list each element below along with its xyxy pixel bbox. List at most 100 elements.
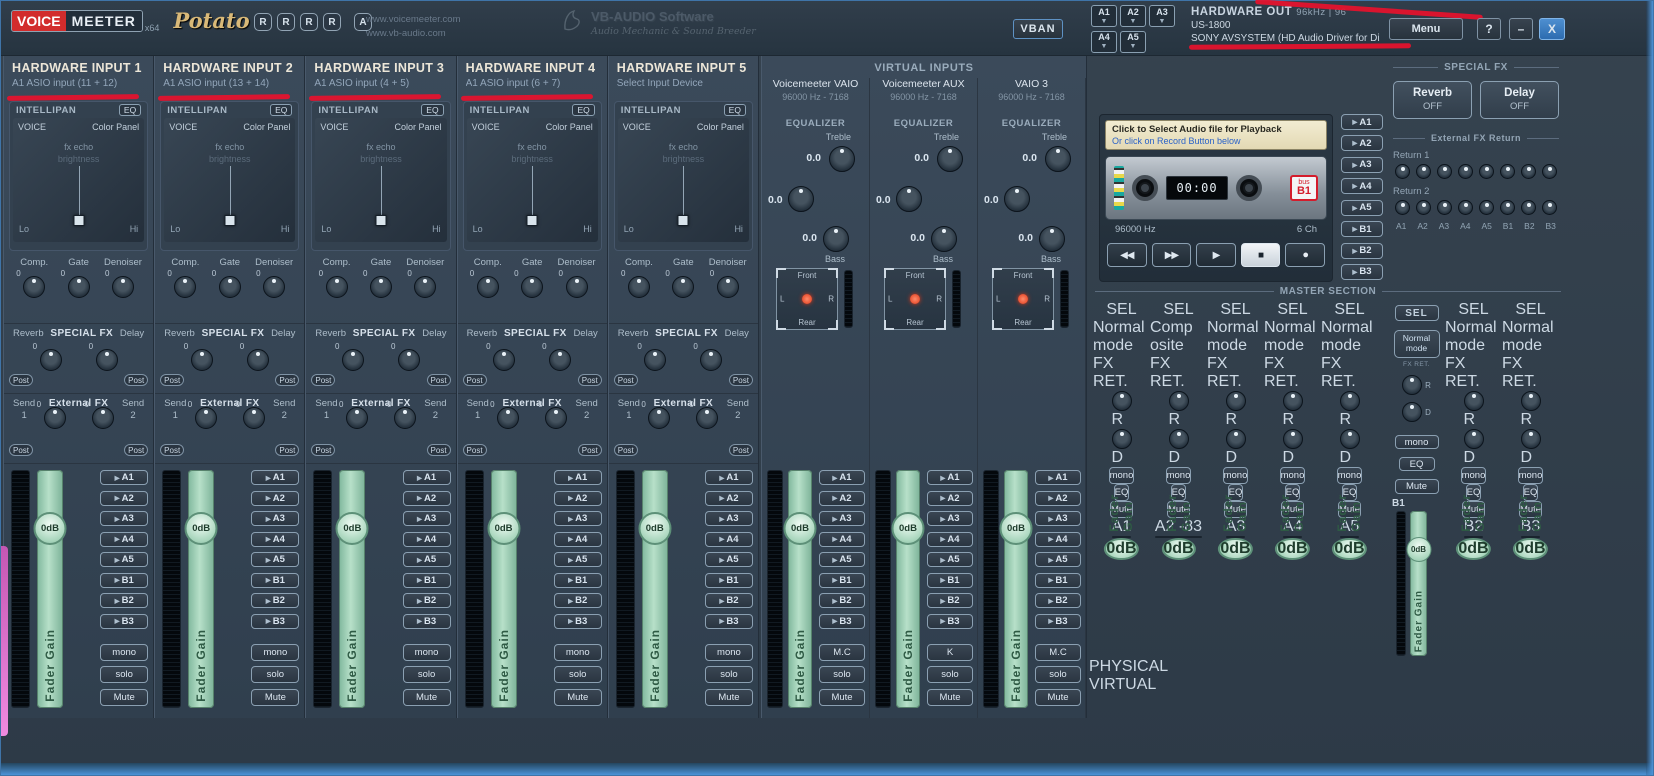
fader-cap[interactable]: 0dB xyxy=(33,512,67,545)
intellipan-pad[interactable]: VOICE Color Panel fx echo brightness Lo … xyxy=(315,118,447,242)
return2-b2-knob[interactable] xyxy=(1521,200,1536,215)
route-a5-button[interactable]: ▶ A5 xyxy=(251,552,300,567)
special-mode-button[interactable]: K xyxy=(927,643,973,661)
pan-handle[interactable] xyxy=(224,215,236,226)
solo-button[interactable]: solo xyxy=(927,666,973,683)
delay-post-button[interactable]: Post xyxy=(426,374,451,386)
macro-r1-button[interactable]: R xyxy=(254,13,272,31)
mute-button[interactable]: Mute xyxy=(1035,688,1081,706)
bus-mode-button[interactable]: Normal mode xyxy=(1393,330,1440,358)
delay-send-knob[interactable]: 0 xyxy=(542,342,572,371)
reverb-post-button[interactable]: Post xyxy=(9,374,33,386)
route-a2-button[interactable]: ▶ A2 xyxy=(553,490,602,506)
macro-r4-button[interactable]: R xyxy=(323,13,341,31)
reverb-post-button[interactable]: Post xyxy=(613,374,638,386)
eq-button[interactable]: EQ xyxy=(723,104,746,116)
reverb-send-knob[interactable]: 0 xyxy=(486,342,516,371)
strip-device-select[interactable]: A1 ASIO input (6 + 7) xyxy=(466,78,599,89)
route-b2-button[interactable]: ▶ B2 xyxy=(553,593,602,608)
external-fx-send1-knob[interactable]: 0 xyxy=(490,400,520,429)
fx-return-d-knob[interactable] xyxy=(1402,402,1423,422)
route-a3-button[interactable]: ▶ A3 xyxy=(927,511,973,526)
recorder-bus-indicator[interactable]: bus B1 xyxy=(1290,175,1318,201)
bus-fader-cap[interactable]: 0dB xyxy=(1104,538,1139,560)
strip-device-select[interactable]: A1 ASIO input (13 + 14) xyxy=(163,78,296,89)
fader-cap[interactable]: 0dB xyxy=(891,512,925,545)
external-fx-send1-knob[interactable]: 0 xyxy=(188,400,217,429)
fader-cap[interactable]: 0dB xyxy=(999,512,1033,545)
route-a4-button[interactable]: ▶ A4 xyxy=(1035,531,1081,547)
intellipan-pad[interactable]: VOICE Color Panel fx echo brightness Lo … xyxy=(466,118,598,242)
route-a3-button[interactable]: ▶ A3 xyxy=(402,511,451,526)
mid-knob[interactable] xyxy=(788,186,814,212)
return1-a1-knob[interactable] xyxy=(1395,164,1410,179)
route-b2-button[interactable]: ▶ B2 xyxy=(819,593,865,608)
bus-fader-track[interactable]: 0dB Fader Gain xyxy=(1406,511,1431,656)
rec-route-a2-button[interactable]: ▶ A2 xyxy=(1341,135,1383,152)
fx-return-r-knob[interactable] xyxy=(1168,391,1189,411)
pan-position-dot[interactable] xyxy=(1018,294,1028,304)
send2-post-button[interactable]: Post xyxy=(426,444,451,456)
out-a4-select[interactable]: A4 ▼ xyxy=(1091,30,1117,53)
route-a3-button[interactable]: ▶ A3 xyxy=(704,511,753,526)
return1-a3-knob[interactable] xyxy=(1437,164,1452,179)
route-a5-button[interactable]: ▶ A5 xyxy=(553,552,602,567)
eq-button[interactable]: EQ xyxy=(421,104,444,116)
route-a5-button[interactable]: ▶ A5 xyxy=(927,552,973,567)
fader-cap[interactable]: 0dB xyxy=(487,512,521,545)
external-fx-send2-knob[interactable]: 0 xyxy=(85,400,114,429)
rec-route-b1-button[interactable]: ▶ B1 xyxy=(1341,221,1383,238)
pan-handle[interactable] xyxy=(375,215,387,226)
surround-pan-pad[interactable]: Front L R Rear xyxy=(776,268,838,330)
route-b2-button[interactable]: ▶ B2 xyxy=(100,593,149,608)
minimize-button[interactable]: – xyxy=(1509,18,1533,40)
route-b2-button[interactable]: ▶ B2 xyxy=(1035,593,1081,608)
mono-button[interactable]: mono xyxy=(1108,467,1135,484)
bus-mode-button[interactable]: Normal mode xyxy=(1321,319,1378,355)
route-b1-button[interactable]: ▶ B1 xyxy=(1035,572,1081,588)
delay-send-knob[interactable]: 0 xyxy=(693,342,723,371)
route-a1-button[interactable]: ▶ A1 xyxy=(402,470,451,485)
delay-send-knob[interactable]: 0 xyxy=(240,342,269,371)
macro-r2-button[interactable]: R xyxy=(277,13,295,31)
recorder-file-hint[interactable]: Click to Select Audio file for Playback … xyxy=(1105,120,1327,150)
mid-knob[interactable] xyxy=(896,186,922,212)
rec-route-a1-button[interactable]: ▶ A1 xyxy=(1341,114,1383,130)
route-a4-button[interactable]: ▶ A4 xyxy=(704,531,753,547)
route-b1-button[interactable]: ▶ B1 xyxy=(819,572,865,588)
solo-button[interactable]: solo xyxy=(704,666,753,683)
comp-knob[interactable]: 0 xyxy=(621,269,650,298)
return1-a5-knob[interactable] xyxy=(1479,164,1494,179)
eq-button[interactable]: EQ xyxy=(1398,457,1435,471)
route-a1-button[interactable]: ▶ A1 xyxy=(819,470,865,485)
return1-a2-knob[interactable] xyxy=(1416,164,1431,179)
reverb-send-knob[interactable]: 0 xyxy=(33,342,62,371)
fader-cap[interactable]: 0dB xyxy=(638,512,672,545)
eq-button[interactable]: EQ xyxy=(572,104,595,116)
mono-button[interactable]: mono xyxy=(704,643,753,661)
route-a3-button[interactable]: ▶ A3 xyxy=(251,511,300,526)
send2-post-button[interactable]: Post xyxy=(577,444,602,456)
fader-track[interactable]: 0dB Fader Gain xyxy=(184,470,218,708)
route-a2-button[interactable]: ▶ A2 xyxy=(1035,490,1081,506)
fx-return-r-knob[interactable] xyxy=(1520,391,1541,411)
solo-button[interactable]: solo xyxy=(251,666,300,683)
color-panel-label[interactable]: Color Panel xyxy=(243,122,290,132)
comp-knob[interactable]: 0 xyxy=(167,269,197,298)
bus-fader-cap[interactable]: 0dB xyxy=(1406,537,1431,562)
return1-b1-knob[interactable] xyxy=(1500,164,1515,179)
close-button[interactable]: X xyxy=(1539,18,1565,40)
sel-button[interactable]: SEL xyxy=(1106,301,1136,319)
fx-return-r-knob[interactable] xyxy=(1225,391,1246,411)
route-b1-button[interactable]: ▶ B1 xyxy=(100,572,149,588)
rec-route-b3-button[interactable]: ▶ B3 xyxy=(1341,263,1383,280)
route-a1-button[interactable]: ▶ A1 xyxy=(100,470,149,485)
solo-button[interactable]: solo xyxy=(100,666,149,683)
rec-route-a5-button[interactable]: ▶ A5 xyxy=(1341,199,1383,216)
delay-post-button[interactable]: Post xyxy=(124,374,149,386)
treble-knob[interactable] xyxy=(937,146,963,172)
mono-button[interactable]: mono xyxy=(402,643,451,661)
fader-track[interactable]: 0dB Fader Gain xyxy=(891,470,925,708)
reverb-post-button[interactable]: Post xyxy=(311,374,336,386)
pan-position-dot[interactable] xyxy=(910,294,920,304)
